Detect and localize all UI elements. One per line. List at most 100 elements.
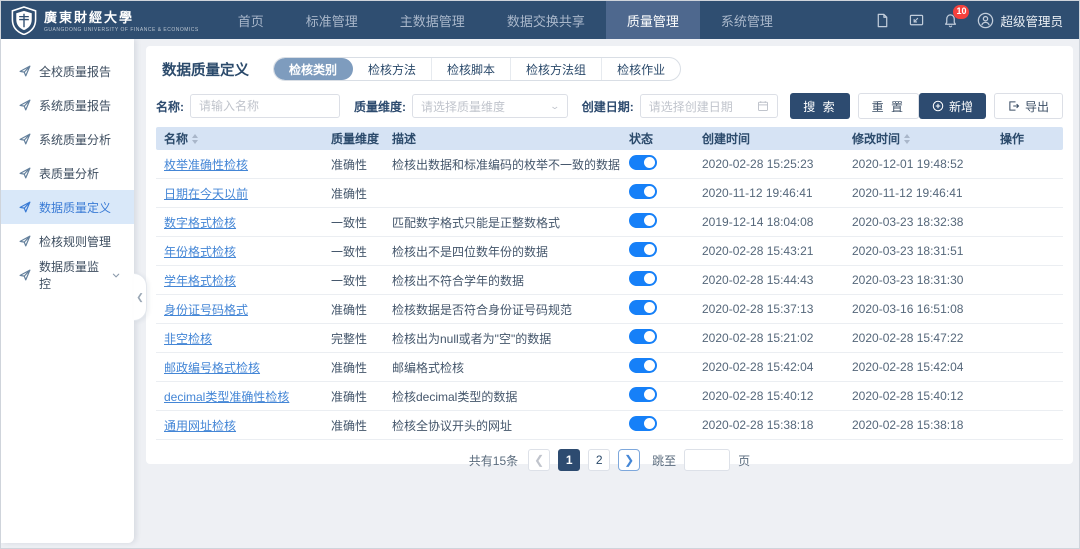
export-button[interactable]: 导出 bbox=[994, 93, 1063, 119]
screen-share-icon[interactable] bbox=[909, 13, 924, 28]
sort-icon[interactable] bbox=[904, 134, 910, 144]
rule-name-link[interactable]: decimal类型准确性检核 bbox=[164, 390, 289, 404]
status-toggle[interactable] bbox=[629, 271, 657, 286]
sidebar-item[interactable]: 表质量分析 bbox=[1, 156, 134, 190]
status-toggle[interactable] bbox=[629, 213, 657, 228]
tab[interactable]: 检核方法组 bbox=[511, 58, 602, 80]
sidebar-item[interactable]: 数据质量定义 bbox=[1, 190, 134, 224]
modified-time-cell: 2020-12-01 19:48:52 bbox=[852, 157, 1000, 171]
add-button[interactable]: 新增 bbox=[919, 93, 986, 119]
tab[interactable]: 检核类别 bbox=[274, 58, 353, 80]
nav-item[interactable]: 系统管理 bbox=[700, 1, 794, 39]
nav-item[interactable]: 质量管理 bbox=[606, 1, 700, 39]
status-toggle[interactable] bbox=[629, 242, 657, 257]
sidebar: 全校质量报告系统质量报告系统质量分析表质量分析数据质量定义检核规则管理数据质量监… bbox=[1, 39, 134, 543]
rule-name-link[interactable]: 日期在今天以前 bbox=[164, 187, 248, 201]
nav-item[interactable]: 标准管理 bbox=[285, 1, 379, 39]
paper-plane-icon bbox=[19, 167, 31, 179]
jump-to-page-input[interactable] bbox=[684, 449, 730, 471]
table-row: 数字格式检核 一致性 匹配数字格式只能是正整数格式 2019-12-14 18:… bbox=[156, 208, 1063, 237]
nav-item[interactable]: 首页 bbox=[217, 1, 285, 39]
page-number-button[interactable]: 1 bbox=[558, 449, 580, 471]
next-page-button[interactable]: ❯ bbox=[618, 449, 640, 471]
user-menu[interactable]: 超级管理员 bbox=[977, 11, 1063, 30]
rule-name-link[interactable]: 枚举准确性检核 bbox=[164, 158, 248, 172]
modified-time-cell: 2020-02-28 15:40:12 bbox=[852, 389, 1000, 403]
dimension-cell: 准确性 bbox=[331, 388, 392, 405]
chevron-left-icon: ❮ bbox=[534, 453, 544, 467]
table-row: 非空检核 完整性 检核出为null或者为"空"的数据 2020-02-28 15… bbox=[156, 324, 1063, 353]
sort-icon[interactable] bbox=[192, 134, 198, 144]
modified-time-cell: 2020-03-23 18:31:30 bbox=[852, 273, 1000, 287]
description-cell: 检核出不符合学年的数据 bbox=[392, 272, 629, 289]
sidebar-item-label: 系统质量报告 bbox=[39, 97, 111, 114]
rule-name-link[interactable]: 非空检核 bbox=[164, 332, 212, 346]
sidebar-item-label: 数据质量监控 bbox=[39, 258, 104, 292]
sidebar-item[interactable]: 数据质量监控 bbox=[1, 258, 134, 292]
rule-name-link[interactable]: 年份格式检核 bbox=[164, 245, 236, 259]
table-actions: 新增 导出 bbox=[919, 93, 1063, 119]
title-row: 数据质量定义 检核类别检核方法检核脚本检核方法组检核作业 bbox=[156, 53, 1063, 85]
notifications-button[interactable]: 10 bbox=[943, 13, 958, 28]
dimension-filter-select[interactable]: 请选择质量维度 ⌄ bbox=[412, 94, 568, 118]
column-header-modified[interactable]: 修改时间 bbox=[852, 130, 1000, 147]
page-suffix-label: 页 bbox=[738, 452, 750, 469]
table-header: 名称 质量维度 描述 状态 创建时间 修改时间 操作 bbox=[156, 127, 1063, 150]
nav-item[interactable]: 数据交换共享 bbox=[486, 1, 606, 39]
sidebar-item[interactable]: 系统质量报告 bbox=[1, 88, 134, 122]
username-label: 超级管理员 bbox=[1000, 11, 1063, 30]
sidebar-item-label: 系统质量分析 bbox=[39, 131, 111, 148]
toggle-knob bbox=[644, 273, 655, 284]
paper-plane-icon bbox=[19, 269, 31, 281]
column-header-dimension: 质量维度 bbox=[331, 130, 392, 147]
created-time-cell: 2020-02-28 15:37:13 bbox=[702, 302, 852, 316]
sidebar-item-label: 数据质量定义 bbox=[39, 199, 111, 216]
sidebar-collapse-handle[interactable]: ❮ bbox=[134, 273, 147, 321]
status-toggle[interactable] bbox=[629, 329, 657, 344]
name-filter-input[interactable] bbox=[190, 94, 340, 118]
rule-name-link[interactable]: 数字格式检核 bbox=[164, 216, 236, 230]
status-toggle[interactable] bbox=[629, 387, 657, 402]
dimension-cell: 一致性 bbox=[331, 214, 392, 231]
reset-button[interactable]: 重 置 bbox=[858, 93, 919, 119]
description-cell: 检核decimal类型的数据 bbox=[392, 388, 629, 405]
created-time-cell: 2019-12-14 18:04:08 bbox=[702, 215, 852, 229]
sidebar-item[interactable]: 全校质量报告 bbox=[1, 54, 134, 88]
prev-page-button[interactable]: ❮ bbox=[528, 449, 550, 471]
status-toggle[interactable] bbox=[629, 358, 657, 373]
dimension-placeholder: 请选择质量维度 bbox=[421, 98, 505, 115]
sidebar-item-label: 表质量分析 bbox=[39, 165, 99, 182]
rule-name-link[interactable]: 学年格式检核 bbox=[164, 274, 236, 288]
tab[interactable]: 检核方法 bbox=[353, 58, 432, 80]
sidebar-item[interactable]: 系统质量分析 bbox=[1, 122, 134, 156]
sidebar-item[interactable]: 检核规则管理 bbox=[1, 224, 134, 258]
dimension-filter-label: 质量维度: bbox=[354, 98, 406, 115]
status-toggle[interactable] bbox=[629, 300, 657, 315]
nav-item[interactable]: 主数据管理 bbox=[379, 1, 486, 39]
rule-name-link[interactable]: 邮政编号格式检核 bbox=[164, 361, 260, 375]
document-icon[interactable] bbox=[875, 13, 890, 28]
app-window: 廣東財經大學 GUANGDONG UNIVERSITY OF FINANCE &… bbox=[0, 0, 1080, 549]
description-cell: 检核数据是否符合身份证号码规范 bbox=[392, 301, 629, 318]
created-time-cell: 2020-02-28 15:21:02 bbox=[702, 331, 852, 345]
search-button[interactable]: 搜 索 bbox=[790, 93, 849, 119]
paper-plane-icon bbox=[19, 65, 31, 77]
chevron-down-icon bbox=[112, 271, 120, 280]
chevron-right-icon: ❯ bbox=[624, 453, 634, 467]
tab[interactable]: 检核脚本 bbox=[432, 58, 511, 80]
created-time-cell: 2020-02-28 15:38:18 bbox=[702, 418, 852, 432]
rule-name-link[interactable]: 身份证号码格式 bbox=[164, 303, 248, 317]
rule-name-link[interactable]: 通用网址检核 bbox=[164, 419, 236, 433]
status-toggle[interactable] bbox=[629, 416, 657, 431]
modified-time-cell: 2020-02-28 15:42:04 bbox=[852, 360, 1000, 374]
university-logo: 廣東財經大學 GUANGDONG UNIVERSITY OF FINANCE &… bbox=[1, 6, 211, 35]
column-header-description: 描述 bbox=[392, 130, 629, 147]
status-toggle[interactable] bbox=[629, 184, 657, 199]
status-toggle[interactable] bbox=[629, 155, 657, 170]
date-filter-input[interactable]: 请选择创建日期 bbox=[640, 94, 779, 118]
tab[interactable]: 检核作业 bbox=[602, 58, 680, 80]
page-number-button[interactable]: 2 bbox=[588, 449, 610, 471]
column-header-name[interactable]: 名称 bbox=[164, 130, 331, 147]
dimension-cell: 一致性 bbox=[331, 272, 392, 289]
dimension-cell: 准确性 bbox=[331, 185, 392, 202]
